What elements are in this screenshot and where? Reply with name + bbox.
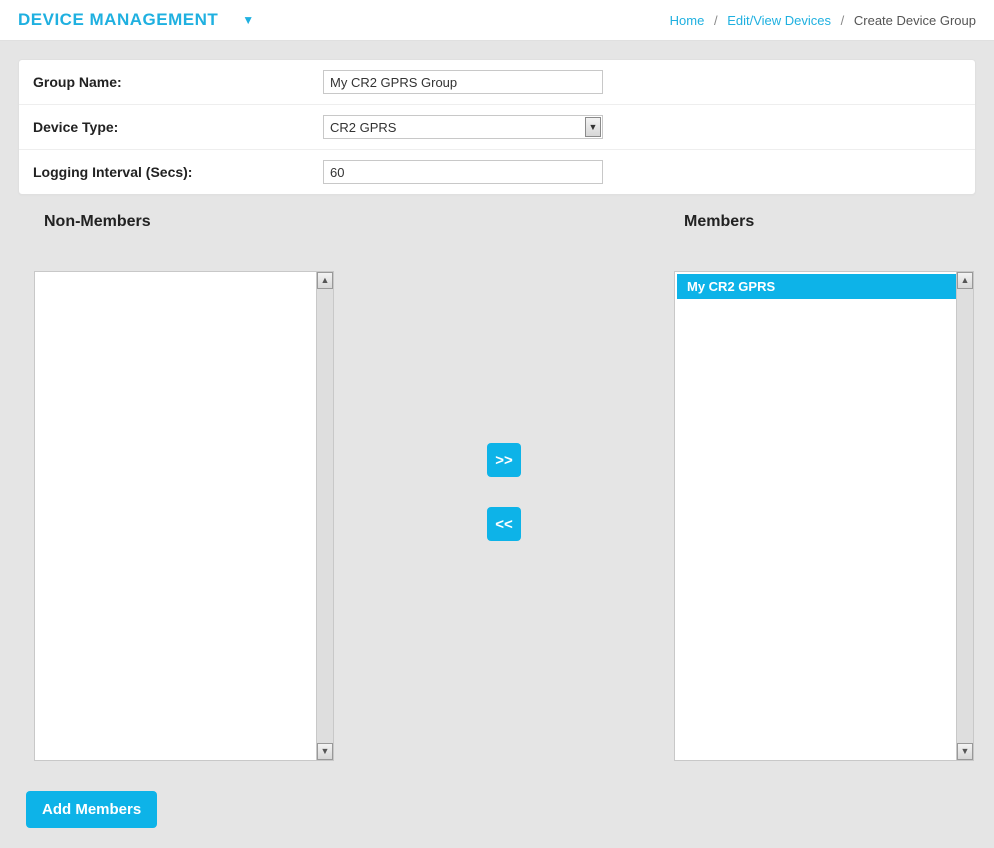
mover-buttons-column: >> << xyxy=(334,213,674,541)
group-name-input[interactable] xyxy=(323,70,603,94)
non-members-listbox[interactable]: ▲ ▼ xyxy=(34,271,334,761)
breadcrumb: Home / Edit/View Devices / Create Device… xyxy=(670,13,976,28)
device-type-label: Device Type: xyxy=(33,119,323,135)
non-members-scrollbar[interactable]: ▲ ▼ xyxy=(316,272,333,760)
header-bar: DEVICE MANAGEMENT ▼ Home / Edit/View Dev… xyxy=(0,0,994,41)
move-right-button[interactable]: >> xyxy=(487,443,521,477)
breadcrumb-separator: / xyxy=(714,13,718,28)
form-row-logging-interval: Logging Interval (Secs): xyxy=(19,150,975,194)
members-heading: Members xyxy=(684,213,974,231)
device-type-select-wrap: ▼ xyxy=(323,115,603,139)
device-type-select[interactable] xyxy=(323,115,603,139)
members-scrollbar[interactable]: ▲ ▼ xyxy=(956,272,973,760)
form-row-group-name: Group Name: xyxy=(19,60,975,105)
add-members-button[interactable]: Add Members xyxy=(26,791,157,828)
breadcrumb-current: Create Device Group xyxy=(854,13,976,28)
scroll-up-icon[interactable]: ▲ xyxy=(957,272,973,289)
dual-list-section: Non-Members ▲ ▼ >> << Members My CR2 GPR… xyxy=(0,213,994,761)
header-left: DEVICE MANAGEMENT ▼ xyxy=(18,10,254,30)
form-card: Group Name: Device Type: ▼ Logging Inter… xyxy=(18,59,976,195)
move-left-button[interactable]: << xyxy=(487,507,521,541)
logging-interval-label: Logging Interval (Secs): xyxy=(33,164,323,180)
group-name-label: Group Name: xyxy=(33,74,323,90)
non-members-heading: Non-Members xyxy=(44,213,334,231)
non-members-list-content xyxy=(35,272,316,760)
scroll-down-icon[interactable]: ▼ xyxy=(317,743,333,760)
members-listbox[interactable]: My CR2 GPRS ▲ ▼ xyxy=(674,271,974,761)
footer-actions: Add Members xyxy=(0,761,994,848)
chevron-down-icon[interactable]: ▼ xyxy=(242,13,254,27)
page-title: DEVICE MANAGEMENT xyxy=(18,10,218,30)
members-list-content: My CR2 GPRS xyxy=(675,272,956,760)
members-column: Members My CR2 GPRS ▲ ▼ xyxy=(674,213,974,761)
list-item[interactable]: My CR2 GPRS xyxy=(677,274,956,299)
scroll-down-icon[interactable]: ▼ xyxy=(957,743,973,760)
logging-interval-input[interactable] xyxy=(323,160,603,184)
breadcrumb-separator: / xyxy=(841,13,845,28)
breadcrumb-edit-view-devices-link[interactable]: Edit/View Devices xyxy=(727,13,831,28)
form-row-device-type: Device Type: ▼ xyxy=(19,105,975,150)
scroll-up-icon[interactable]: ▲ xyxy=(317,272,333,289)
breadcrumb-home-link[interactable]: Home xyxy=(670,13,705,28)
non-members-column: Non-Members ▲ ▼ xyxy=(34,213,334,761)
